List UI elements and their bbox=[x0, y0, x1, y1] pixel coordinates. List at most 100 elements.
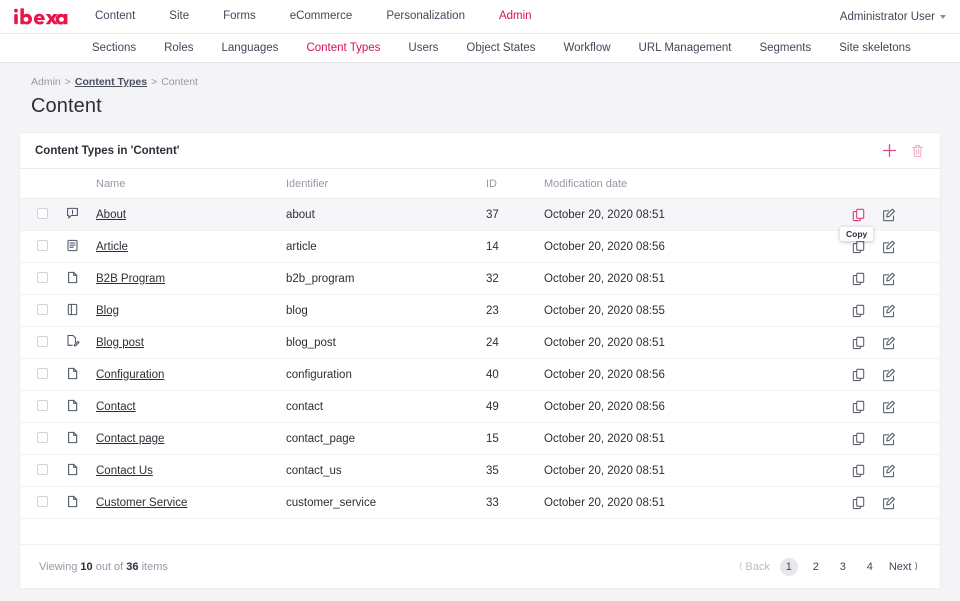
row-identifier-cell: article bbox=[286, 231, 486, 263]
row-edit-button[interactable] bbox=[882, 304, 896, 318]
row-copy-button[interactable] bbox=[852, 208, 866, 222]
table-row[interactable]: Contactcontact49October 20, 2020 08:56 bbox=[20, 391, 940, 423]
row-checkbox[interactable] bbox=[37, 336, 48, 347]
subnav-item-content-types[interactable]: Content Types bbox=[292, 42, 394, 54]
row-copy-button[interactable] bbox=[852, 368, 866, 382]
topnav-item-content[interactable]: Content bbox=[78, 0, 152, 33]
row-checkbox[interactable] bbox=[37, 464, 48, 475]
pagination-page-1[interactable]: 1 bbox=[780, 558, 798, 576]
row-edit-button[interactable] bbox=[882, 432, 896, 446]
row-name-link[interactable]: Contact bbox=[96, 401, 136, 413]
row-checkbox[interactable] bbox=[37, 432, 48, 443]
subnav-item-object-states[interactable]: Object States bbox=[452, 42, 549, 54]
row-id-cell: 40 bbox=[486, 359, 544, 391]
subnav-item-segments[interactable]: Segments bbox=[745, 42, 825, 54]
row-edit-button[interactable] bbox=[882, 496, 896, 510]
row-name-link[interactable]: Blog post bbox=[96, 337, 144, 349]
row-checkbox[interactable] bbox=[37, 240, 48, 251]
row-copy-button[interactable] bbox=[852, 400, 866, 414]
row-name-link[interactable]: Blog bbox=[96, 305, 119, 317]
row-edit-button[interactable] bbox=[882, 208, 896, 222]
row-name-cell: Configuration bbox=[96, 359, 286, 391]
table-row[interactable]: Blog postblog_post24October 20, 2020 08:… bbox=[20, 327, 940, 359]
ibexa-logo[interactable] bbox=[0, 8, 78, 25]
subnav-item-sections[interactable]: Sections bbox=[78, 42, 150, 54]
row-checkbox[interactable] bbox=[37, 400, 48, 411]
table-row[interactable]: Configurationconfiguration40October 20, … bbox=[20, 359, 940, 391]
content-types-table: Name Identifier ID Modification date Abo… bbox=[20, 169, 940, 519]
top-bar: Content Site Forms eCommerce Personaliza… bbox=[0, 0, 960, 34]
row-name-link[interactable]: B2B Program bbox=[96, 273, 165, 285]
row-actions-cell bbox=[844, 391, 940, 423]
topnav-item-personalization[interactable]: Personalization bbox=[369, 0, 482, 33]
row-copy-button[interactable] bbox=[852, 272, 866, 286]
row-edit-button[interactable] bbox=[882, 368, 896, 382]
th-identifier[interactable]: Identifier bbox=[286, 169, 486, 199]
row-checkbox[interactable] bbox=[37, 304, 48, 315]
row-name-link[interactable]: Contact page bbox=[96, 433, 164, 445]
row-checkbox[interactable] bbox=[37, 272, 48, 283]
row-edit-button[interactable] bbox=[882, 240, 896, 254]
row-copy-button[interactable] bbox=[852, 464, 866, 478]
viewing-total: 36 bbox=[126, 561, 138, 573]
row-copy-button[interactable] bbox=[852, 496, 866, 510]
user-menu[interactable]: Administrator User bbox=[840, 11, 960, 23]
pagination-page-4[interactable]: 4 bbox=[861, 558, 879, 576]
pagination-page-3[interactable]: 3 bbox=[834, 558, 852, 576]
row-edit-button[interactable] bbox=[882, 400, 896, 414]
topnav-item-ecommerce[interactable]: eCommerce bbox=[273, 0, 370, 33]
table-row[interactable]: Customer Servicecustomer_service33Octobe… bbox=[20, 487, 940, 519]
page-icon bbox=[66, 495, 79, 508]
row-name-cell: B2B Program bbox=[96, 263, 286, 295]
topnav-item-forms[interactable]: Forms bbox=[206, 0, 273, 33]
row-name-link[interactable]: About bbox=[96, 209, 126, 221]
row-identifier-cell: customer_service bbox=[286, 487, 486, 519]
row-copy-button[interactable] bbox=[852, 304, 866, 318]
row-type-icon-cell bbox=[66, 359, 96, 391]
th-name[interactable]: Name bbox=[96, 169, 286, 199]
row-copy-button[interactable] bbox=[852, 336, 866, 350]
row-copy-button[interactable] bbox=[852, 432, 866, 446]
topnav-item-site[interactable]: Site bbox=[152, 0, 206, 33]
row-copy-button[interactable] bbox=[852, 240, 866, 254]
subnav-item-roles[interactable]: Roles bbox=[150, 42, 207, 54]
page-icon bbox=[66, 463, 79, 476]
row-name-cell: Contact Us bbox=[96, 455, 286, 487]
subnav-item-users[interactable]: Users bbox=[394, 42, 452, 54]
subnav-item-languages[interactable]: Languages bbox=[208, 42, 293, 54]
table-row[interactable]: Articlearticle14October 20, 2020 08:56 bbox=[20, 231, 940, 263]
row-modification-date-cell: October 20, 2020 08:51 bbox=[544, 327, 844, 359]
table-body: Aboutabout37October 20, 2020 08:51CopyAr… bbox=[20, 199, 940, 519]
pagination-back-button[interactable]: ⟨ Back bbox=[735, 561, 774, 573]
table-row[interactable]: Blogblog23October 20, 2020 08:55 bbox=[20, 295, 940, 327]
row-select-cell bbox=[20, 391, 66, 423]
subnav-item-site-skeletons[interactable]: Site skeletons bbox=[825, 42, 925, 54]
pagination-next-button[interactable]: Next ⟩ bbox=[885, 561, 922, 573]
table-row[interactable]: Contact pagecontact_page15October 20, 20… bbox=[20, 423, 940, 455]
breadcrumb-link-content-types[interactable]: Content Types bbox=[75, 76, 147, 88]
row-name-link[interactable]: Article bbox=[96, 241, 128, 253]
table-row[interactable]: Aboutabout37October 20, 2020 08:51Copy bbox=[20, 199, 940, 231]
th-modification-date[interactable]: Modification date bbox=[544, 169, 844, 199]
row-name-link[interactable]: Configuration bbox=[96, 369, 164, 381]
row-edit-button[interactable] bbox=[882, 272, 896, 286]
row-checkbox[interactable] bbox=[37, 208, 48, 219]
add-content-type-button[interactable] bbox=[882, 143, 897, 158]
row-checkbox[interactable] bbox=[37, 368, 48, 379]
pagination-page-2[interactable]: 2 bbox=[807, 558, 825, 576]
row-edit-button[interactable] bbox=[882, 464, 896, 478]
subnav-item-workflow[interactable]: Workflow bbox=[549, 42, 624, 54]
table-row[interactable]: Contact Uscontact_us35October 20, 2020 0… bbox=[20, 455, 940, 487]
topnav-item-admin[interactable]: Admin bbox=[482, 0, 549, 33]
row-edit-button[interactable] bbox=[882, 336, 896, 350]
row-name-link[interactable]: Contact Us bbox=[96, 465, 153, 477]
th-select bbox=[20, 169, 66, 199]
row-name-link[interactable]: Customer Service bbox=[96, 497, 187, 509]
row-checkbox[interactable] bbox=[37, 496, 48, 507]
row-type-icon-cell bbox=[66, 455, 96, 487]
delete-content-type-button[interactable] bbox=[911, 144, 924, 158]
table-row[interactable]: B2B Programb2b_program32October 20, 2020… bbox=[20, 263, 940, 295]
th-id[interactable]: ID bbox=[486, 169, 544, 199]
row-identifier-cell: about bbox=[286, 199, 486, 231]
subnav-item-url-management[interactable]: URL Management bbox=[625, 42, 746, 54]
